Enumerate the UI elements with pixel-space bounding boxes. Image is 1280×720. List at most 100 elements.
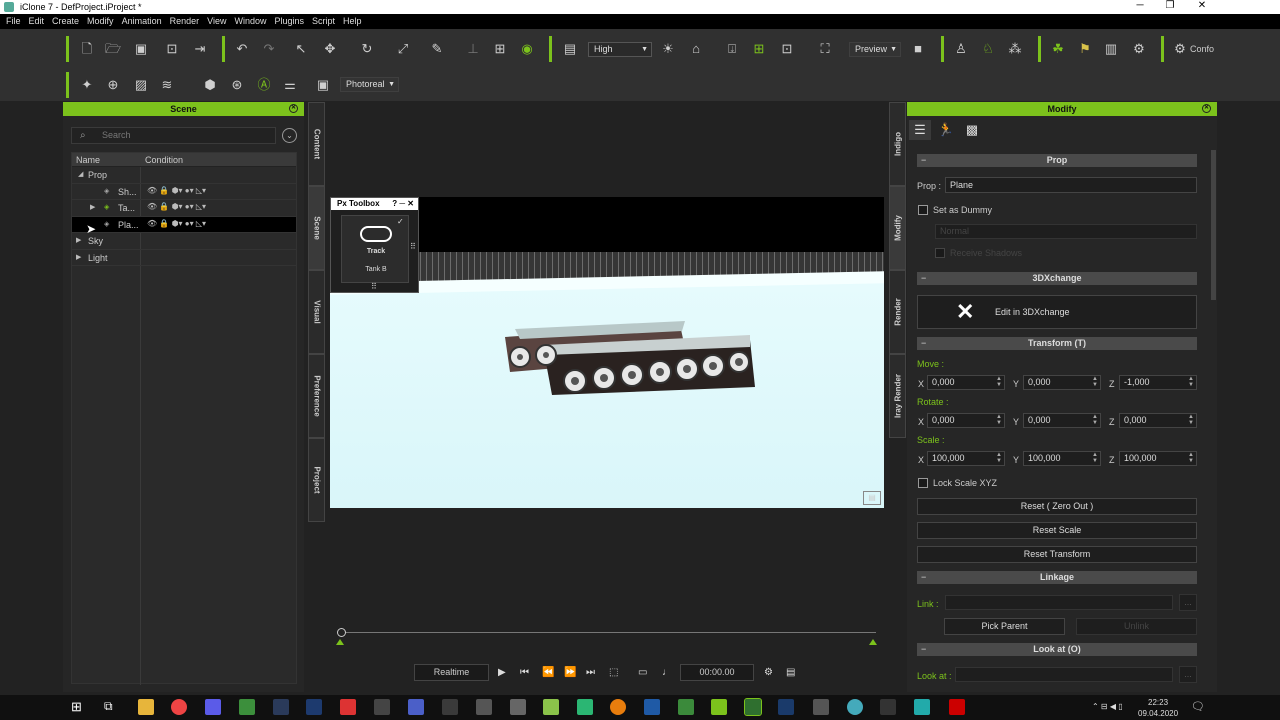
timeline-playhead[interactable] [337, 628, 346, 637]
align-icon[interactable]: ⊥ [465, 41, 481, 57]
windows-start-icon[interactable]: ⊞ [71, 699, 82, 715]
spinner-icon[interactable]: ▲ ▼ [996, 452, 1002, 464]
system-tray-icons[interactable]: ⌃ ⊟ ◀ ▯ [1092, 702, 1123, 711]
section-look-at[interactable]: − Look at (O) [917, 643, 1197, 656]
lightroom-icon[interactable] [273, 699, 289, 715]
motion-icon[interactable]: ♘ [980, 41, 996, 57]
timeline-start-marker[interactable] [336, 639, 344, 645]
play-icon[interactable]: ▶ [498, 664, 506, 682]
animation-tab-icon[interactable]: 🏃 [935, 120, 957, 140]
px-toolbox-header[interactable]: Px Toolbox ? ─ ✕ [331, 198, 418, 210]
physics-icon[interactable]: Ⓐ [256, 77, 272, 93]
scene-search-input[interactable]: ⌕ Search [71, 127, 276, 144]
move-x-field[interactable]: 0,000 ▲ ▼ [927, 375, 1005, 390]
blender-icon[interactable] [610, 699, 626, 715]
timeline-end-marker[interactable] [869, 639, 877, 645]
frame-icon[interactable]: ⊡ [779, 41, 795, 57]
config-label[interactable]: Confo [1190, 44, 1214, 54]
app-icon-red[interactable] [340, 699, 356, 715]
link-field[interactable] [945, 595, 1173, 610]
expand-icon[interactable]: ▶ [76, 253, 81, 261]
tree-row-sky[interactable]: ▶ Sky [72, 233, 296, 250]
cube-icon[interactable]: ⬢ [202, 77, 218, 93]
export-icon[interactable]: ⊡ [164, 41, 180, 57]
realtime-dropdown[interactable]: Realtime [414, 664, 489, 681]
menu-help[interactable]: Help [343, 14, 362, 29]
loop-icon[interactable]: ⬚ [609, 664, 618, 682]
tab-indigo[interactable]: Indigo [889, 102, 906, 186]
app-icon-green[interactable] [577, 699, 593, 715]
film-icon[interactable] [374, 699, 390, 715]
iclone-taskbar-icon[interactable] [711, 699, 727, 715]
spinner-icon[interactable]: ▲ ▼ [1188, 376, 1194, 388]
display-mode-icon[interactable]: ▤ [562, 41, 578, 57]
move-y-field[interactable]: 0,000 ▲ ▼ [1023, 375, 1101, 390]
clipboard-icon[interactable]: ▥ [1103, 41, 1119, 57]
drop-to-floor-icon[interactable]: ⍗ [724, 41, 740, 57]
spinner-icon[interactable]: ▲ ▼ [1092, 452, 1098, 464]
receive-shadows-checkbox[interactable] [935, 248, 945, 258]
new-file-icon[interactable]: 🗋 [79, 41, 95, 57]
visual-studio-icon[interactable] [644, 699, 660, 715]
app-icon-camera[interactable] [813, 699, 829, 715]
section-transform[interactable]: − Transform (T) [917, 337, 1197, 350]
taskbar-clock[interactable]: 22:23 09.04.2020 [1138, 697, 1178, 719]
config-icon[interactable]: ⚙ [1172, 41, 1188, 57]
home-view-icon[interactable]: ⌂ [688, 41, 704, 57]
condition-icons[interactable]: 👁 🔒 ⬢▾ ●▾ ◺▾ [147, 219, 206, 228]
to-start-icon[interactable]: ⏮ [520, 664, 529, 682]
section-prop[interactable]: − Prop [917, 154, 1197, 167]
next-frame-icon[interactable]: ⏩ [564, 664, 576, 682]
rotate-tool-icon[interactable]: ↻ [359, 41, 375, 57]
tree-row-light[interactable]: ▶ Light [72, 250, 296, 266]
panel-close-icon[interactable]: ✕ [1202, 104, 1211, 113]
time-display[interactable]: 00:00.00 [680, 664, 754, 681]
save-disk-icon[interactable] [408, 699, 424, 715]
menu-file[interactable]: File [6, 14, 21, 29]
expand-icon[interactable]: ▶ [76, 236, 81, 244]
select-icon[interactable]: ↖ [293, 41, 309, 57]
px-toolbox-controls[interactable]: ? ─ ✕ [392, 198, 414, 210]
3dxchange-taskbar-icon[interactable] [239, 699, 255, 715]
app-icon-dark[interactable] [442, 699, 458, 715]
reset-zero-out-button[interactable]: Reset ( Zero Out ) [917, 498, 1197, 515]
tree-row-shadow[interactable]: ◈ Sh... 👁 🔒 ⬢▾ ●▾ ◺▾ [72, 184, 296, 200]
iclone-active-icon[interactable] [744, 698, 762, 716]
settings-sliders-icon[interactable]: ⚌ [282, 77, 298, 93]
menu-edit[interactable]: Edit [29, 14, 45, 29]
vectornator-icon[interactable] [205, 699, 221, 715]
material-tab-icon[interactable]: ▩ [961, 120, 983, 140]
modify-scrollbar[interactable] [1211, 150, 1216, 300]
preview-dropdown[interactable]: Preview ▼ [849, 42, 901, 57]
puppet-icon[interactable]: ☘ [1050, 41, 1066, 57]
spinner-icon[interactable]: ▲ ▼ [1092, 414, 1098, 426]
add-icon[interactable]: ⊞ [751, 41, 767, 57]
reset-scale-button[interactable]: Reset Scale [917, 522, 1197, 539]
timeline-track[interactable] [340, 632, 876, 633]
viewport-info-icon[interactable]: ▤ [863, 491, 881, 505]
snap-icon[interactable]: ⊞ [492, 41, 508, 57]
timeline-toggle-icon[interactable]: ▤ [786, 664, 795, 682]
tab-project[interactable]: Project [308, 438, 325, 522]
spinner-icon[interactable]: ▲ ▼ [996, 414, 1002, 426]
look-at-field[interactable] [955, 667, 1173, 682]
scale-x-field[interactable]: 100,000 ▲ ▼ [927, 451, 1005, 466]
section-3dxchange[interactable]: − 3DXchange [917, 272, 1197, 285]
unlink-button[interactable]: Unlink [1076, 618, 1197, 635]
section-linkage[interactable]: − Linkage [917, 571, 1197, 584]
edit-tool-icon[interactable]: ✎ [429, 41, 445, 57]
rotate-z-field[interactable]: 0,000 ▲ ▼ [1119, 413, 1197, 428]
vectorworks-icon[interactable] [543, 699, 559, 715]
tab-content[interactable]: Content [308, 102, 325, 186]
menu-render[interactable]: Render [170, 14, 200, 29]
image-icon[interactable]: ▨ [133, 77, 149, 93]
menu-modify[interactable]: Modify [87, 14, 114, 29]
resize-grip-icon[interactable]: ⠿ [371, 282, 377, 291]
group-icon[interactable]: ⁂ [1007, 41, 1023, 57]
menu-create[interactable]: Create [52, 14, 79, 29]
quality-dropdown[interactable]: High ▼ [588, 42, 652, 57]
pick-parent-button[interactable]: Pick Parent [944, 618, 1065, 635]
menu-view[interactable]: View [207, 14, 226, 29]
set-as-dummy-checkbox[interactable] [918, 205, 928, 215]
dummy-mode-dropdown[interactable]: Normal [935, 224, 1197, 239]
